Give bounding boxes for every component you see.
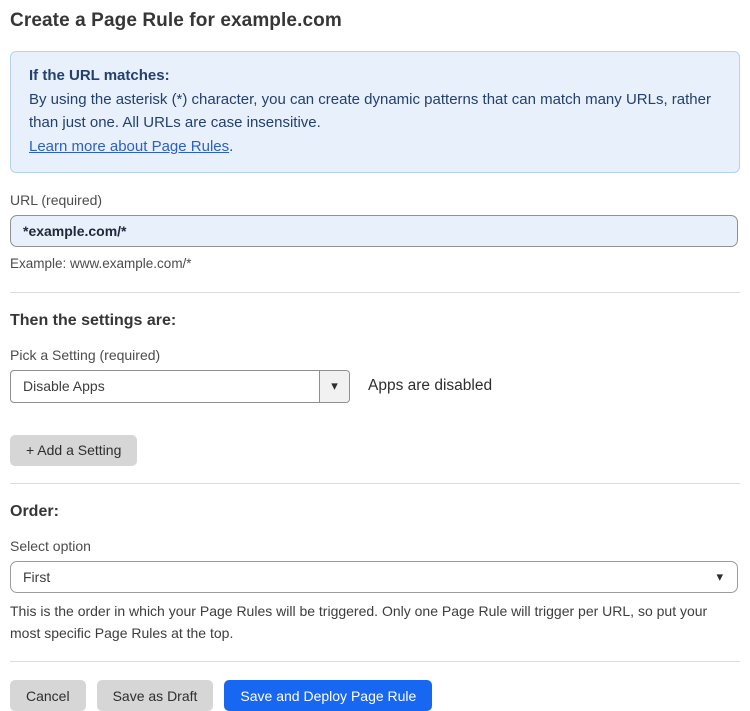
- setting-dropdown[interactable]: Disable Apps ▾: [10, 369, 350, 403]
- url-matches-info-box: If the URL matches: By using the asteris…: [10, 51, 740, 173]
- setting-dropdown-value: Disable Apps: [23, 378, 105, 395]
- learn-more-link[interactable]: Learn more about Page Rules: [29, 138, 229, 155]
- url-example-helper: Example: www.example.com/*: [10, 255, 192, 271]
- setting-row: Disable Apps ▾ Apps are disabled: [10, 369, 740, 403]
- page-title: Create a Page Rule for example.com: [10, 10, 342, 31]
- link-suffix: .: [229, 138, 234, 156]
- order-section-heading: Order:: [10, 502, 59, 520]
- pick-setting-label: Pick a Setting (required): [10, 346, 161, 363]
- chevron-down-icon[interactable]: ▾: [319, 370, 349, 402]
- url-input[interactable]: [10, 214, 738, 247]
- save-as-draft-button[interactable]: Save as Draft: [96, 680, 214, 711]
- order-dropdown[interactable]: First ▾: [10, 560, 738, 593]
- divider: [10, 291, 740, 293]
- divider: [10, 482, 740, 484]
- order-dropdown-value: First: [23, 568, 51, 585]
- url-field-label: URL (required): [10, 191, 103, 208]
- footer-actions: Cancel Save as Draft Save and Deploy Pag…: [10, 680, 740, 711]
- order-select-label: Select option: [10, 537, 91, 554]
- info-box-heading: If the URL matches:: [29, 67, 170, 84]
- cancel-button[interactable]: Cancel: [10, 680, 86, 711]
- info-box-link-line: Learn more about Page Rules.: [29, 135, 721, 159]
- setting-status-text: Apps are disabled: [368, 377, 493, 395]
- settings-section-heading: Then the settings are:: [10, 311, 177, 329]
- info-box-body: By using the asterisk (*) character, you…: [29, 90, 711, 132]
- order-helper-text: This is the order in which your Page Rul…: [10, 602, 708, 642]
- chevron-down-icon: ▾: [716, 568, 723, 584]
- add-setting-button[interactable]: + Add a Setting: [10, 434, 138, 466]
- save-and-deploy-button[interactable]: Save and Deploy Page Rule: [224, 680, 433, 711]
- create-page-rule-panel: Create a Page Rule for example.com If th…: [0, 0, 750, 711]
- divider: [10, 661, 740, 663]
